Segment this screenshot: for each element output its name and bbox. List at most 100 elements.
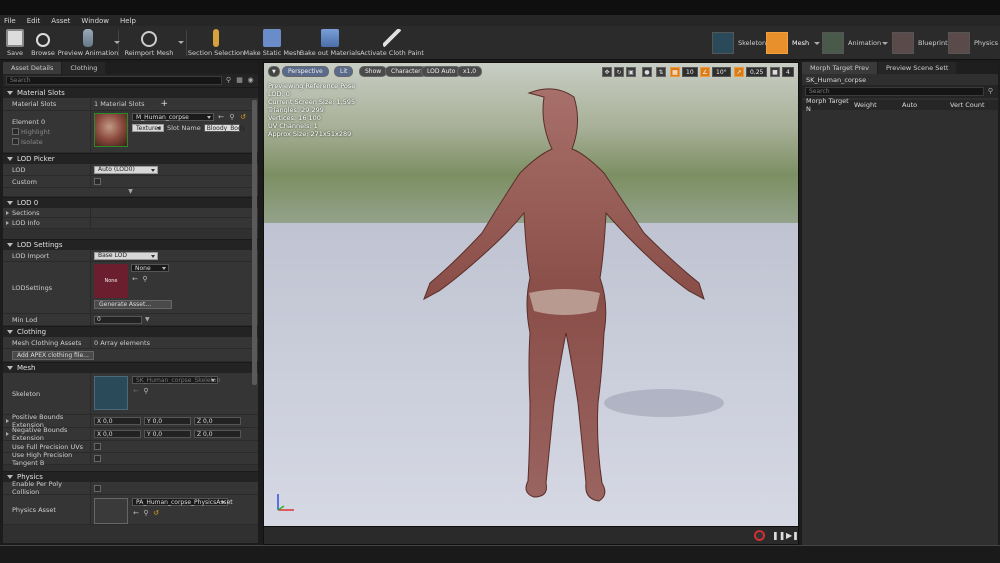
scale-snap-icon[interactable]: ↗ [734,67,744,77]
neg-bounds-y[interactable]: Y 0,0 [144,430,191,438]
browse-icon[interactable]: ⚲ [142,387,150,395]
tab-preview-scene-settings[interactable]: Preview Scene Sett [877,62,957,74]
property-row[interactable]: LOD Info [3,218,258,229]
mode-mesh[interactable]: Mesh [766,31,809,55]
menu-file[interactable]: File [4,17,16,25]
menu-edit[interactable]: Edit [27,17,41,25]
category-lod-0[interactable]: LOD 0 [3,197,258,208]
min-lod-field[interactable]: 0 [94,315,142,324]
isolate-checkbox[interactable] [12,138,19,145]
category-material-slots[interactable]: Material Slots [3,87,258,98]
eye-icon[interactable]: ◉ [246,76,255,85]
chevron-down-icon[interactable] [814,42,820,45]
add-icon[interactable]: + [161,99,169,109]
textures-dropdown[interactable]: Textures [132,124,164,132]
tab-asset-details[interactable]: Asset Details [3,62,62,74]
lod-auto-button[interactable]: LOD Auto [421,66,462,77]
morph-search-input[interactable]: Search [805,87,984,96]
expand-icon[interactable] [6,432,9,436]
grid-view-icon[interactable]: ▦ [235,76,244,85]
mode-physics[interactable]: Physics [948,31,998,55]
expand-row[interactable]: ▼ [3,188,258,197]
scale-snap-value[interactable]: 0,25 [746,67,768,77]
material-thumbnail[interactable] [94,113,128,147]
browse-icon[interactable]: ⚲ [228,113,236,121]
full-precision-uvs-checkbox[interactable] [94,443,101,450]
scale-icon[interactable]: ▣ [626,67,636,77]
section-selection-button[interactable]: Section Selection [188,26,244,60]
menu-help[interactable]: Help [120,17,136,25]
material-combo[interactable]: M_Human_corpse [132,113,214,121]
column-morph-target-name[interactable]: Morph Target N [802,97,850,113]
chevron-down-icon[interactable] [178,41,184,44]
expand-icon[interactable] [6,419,9,423]
chevron-down-icon[interactable] [882,42,888,45]
category-lod-settings[interactable]: LOD Settings [3,239,258,250]
highlight-checkbox[interactable] [12,128,19,135]
arrow-left-icon[interactable]: ← [131,275,139,283]
category-mesh[interactable]: Mesh [3,362,258,373]
tab-morph-target-preview[interactable]: Morph Target Prev [802,62,877,74]
camera-speed-value[interactable]: 4 [782,67,794,77]
generate-asset-button[interactable]: Generate Asset... [94,300,172,309]
high-precision-tangent-checkbox[interactable] [94,455,101,462]
reimport-mesh-button[interactable]: Reimport Mesh [125,26,173,60]
lod-dropdown[interactable]: Auto (LOD0) [94,165,158,174]
rotation-snap-value[interactable]: 10° [712,67,731,77]
grid-snap-value[interactable]: 10 [682,67,698,77]
pos-bounds-y[interactable]: Y 0,0 [144,417,191,425]
browse-button[interactable]: Browse [30,26,56,60]
slot-name-field[interactable]: Bloody_Body [203,124,245,132]
viewport-options-button[interactable]: ▼ [268,66,280,77]
details-search-input[interactable]: Search [6,76,222,85]
mode-blueprint[interactable]: Blueprint [892,31,948,55]
details-scrollbar[interactable] [252,100,257,385]
pos-bounds-x[interactable]: X 0,0 [94,417,141,425]
next-frame-icon[interactable]: ▶❚ [786,531,798,541]
preview-animation-button[interactable]: Preview Animation [58,26,118,60]
reset-icon[interactable]: ↺ [152,509,160,517]
neg-bounds-x[interactable]: X 0,0 [94,430,141,438]
tab-clothing[interactable]: Clothing [62,62,106,74]
physics-asset-thumbnail[interactable] [94,498,128,524]
camera-speed-icon[interactable]: ■ [770,67,780,77]
category-clothing[interactable]: Clothing [3,326,258,337]
lit-button[interactable]: Lit [334,66,354,77]
lodsettings-combo[interactable]: None [131,264,169,272]
neg-bounds-z[interactable]: Z 0,0 [194,430,241,438]
mode-skeleton[interactable]: Skeleton [712,31,766,55]
column-vert-count[interactable]: Vert Count [946,100,996,110]
arrow-left-icon[interactable]: ← [217,113,225,121]
pos-bounds-z[interactable]: Z 0,0 [194,417,241,425]
translate-icon[interactable]: ✥ [602,67,612,77]
chevron-down-icon[interactable]: ▼ [145,316,150,323]
perspective-button[interactable]: Perspective [282,66,329,77]
record-icon[interactable] [754,530,765,541]
per-poly-collision-checkbox[interactable] [94,484,101,492]
browse-icon[interactable]: ⚲ [141,275,149,283]
surface-snap-icon[interactable]: ⇅ [656,67,666,77]
property-row[interactable]: Sections [3,208,258,218]
physics-asset-combo[interactable]: PA_Human_corpse_PhysicsAsset [132,498,233,506]
menu-asset[interactable]: Asset [51,17,70,25]
rotate-icon[interactable]: ↻ [614,67,624,77]
preview-viewport[interactable]: ▼ Perspective Lit Show Character LOD Aut… [263,62,799,545]
browse-icon[interactable]: ⚲ [142,509,150,517]
bake-out-materials-button[interactable]: Bake out Materials [300,26,360,60]
activate-cloth-paint-button[interactable]: Activate Cloth Paint [360,26,424,60]
world-icon[interactable]: ● [642,67,652,77]
save-button[interactable]: Save [4,26,26,60]
chevron-down-icon[interactable] [114,41,120,44]
mode-animation[interactable]: Animation [822,31,881,55]
playback-speed-button[interactable]: x1,0 [457,66,483,77]
rotation-snap-icon[interactable]: ∠ [700,67,710,77]
search-icon[interactable]: ⚲ [986,87,995,96]
add-apex-clothing-button[interactable]: Add APEX clothing file... [12,350,94,360]
column-weight[interactable]: Weight [850,100,898,110]
pause-icon[interactable]: ❚❚ [772,531,785,541]
category-lod-picker[interactable]: LOD Picker [3,153,258,164]
make-static-mesh-button[interactable]: Make Static Mesh [244,26,300,60]
grid-snap-icon[interactable]: ▦ [670,67,680,77]
lod-import-dropdown[interactable]: Base LOD [94,251,158,260]
lodsettings-thumbnail[interactable]: None [94,264,128,298]
